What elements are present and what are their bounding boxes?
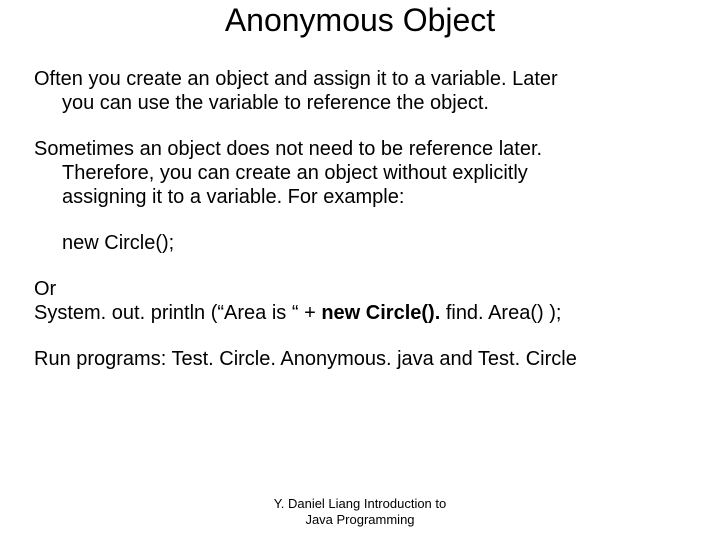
footer-line-2: Java Programming (0, 512, 720, 528)
sys-post: find. Area() ); (446, 302, 562, 324)
footer: Y. Daniel Liang Introduction to Java Pro… (0, 496, 720, 529)
slide-body: Often you create an object and assign it… (0, 67, 720, 371)
code-example-1: new Circle(); (34, 231, 686, 255)
paragraph-3: Or System. out. println (“Area is “ + ne… (34, 277, 686, 325)
paragraph-run: Run programs: Test. Circle. Anonymous. j… (34, 347, 686, 371)
p1-line-a: Often you create an object and assign it… (34, 68, 558, 90)
paragraph-2: Sometimes an object does not need to be … (34, 137, 686, 255)
sys-pre: System. out. println (“Area is “ + (34, 302, 321, 324)
or-label: Or (34, 278, 56, 300)
p1-line-b: you can use the variable to reference th… (34, 91, 686, 115)
footer-line-1: Y. Daniel Liang Introduction to (0, 496, 720, 512)
sys-bold: new Circle(). (321, 302, 445, 324)
p2-line-b: Therefore, you can create an object with… (34, 161, 686, 185)
p2-line-a: Sometimes an object does not need to be … (34, 138, 542, 160)
p2-line-c: assigning it to a variable. For example: (34, 185, 686, 209)
paragraph-1: Often you create an object and assign it… (34, 67, 686, 115)
run-text: Run programs: Test. Circle. Anonymous. j… (34, 348, 577, 370)
slide-title: Anonymous Object (0, 2, 720, 39)
